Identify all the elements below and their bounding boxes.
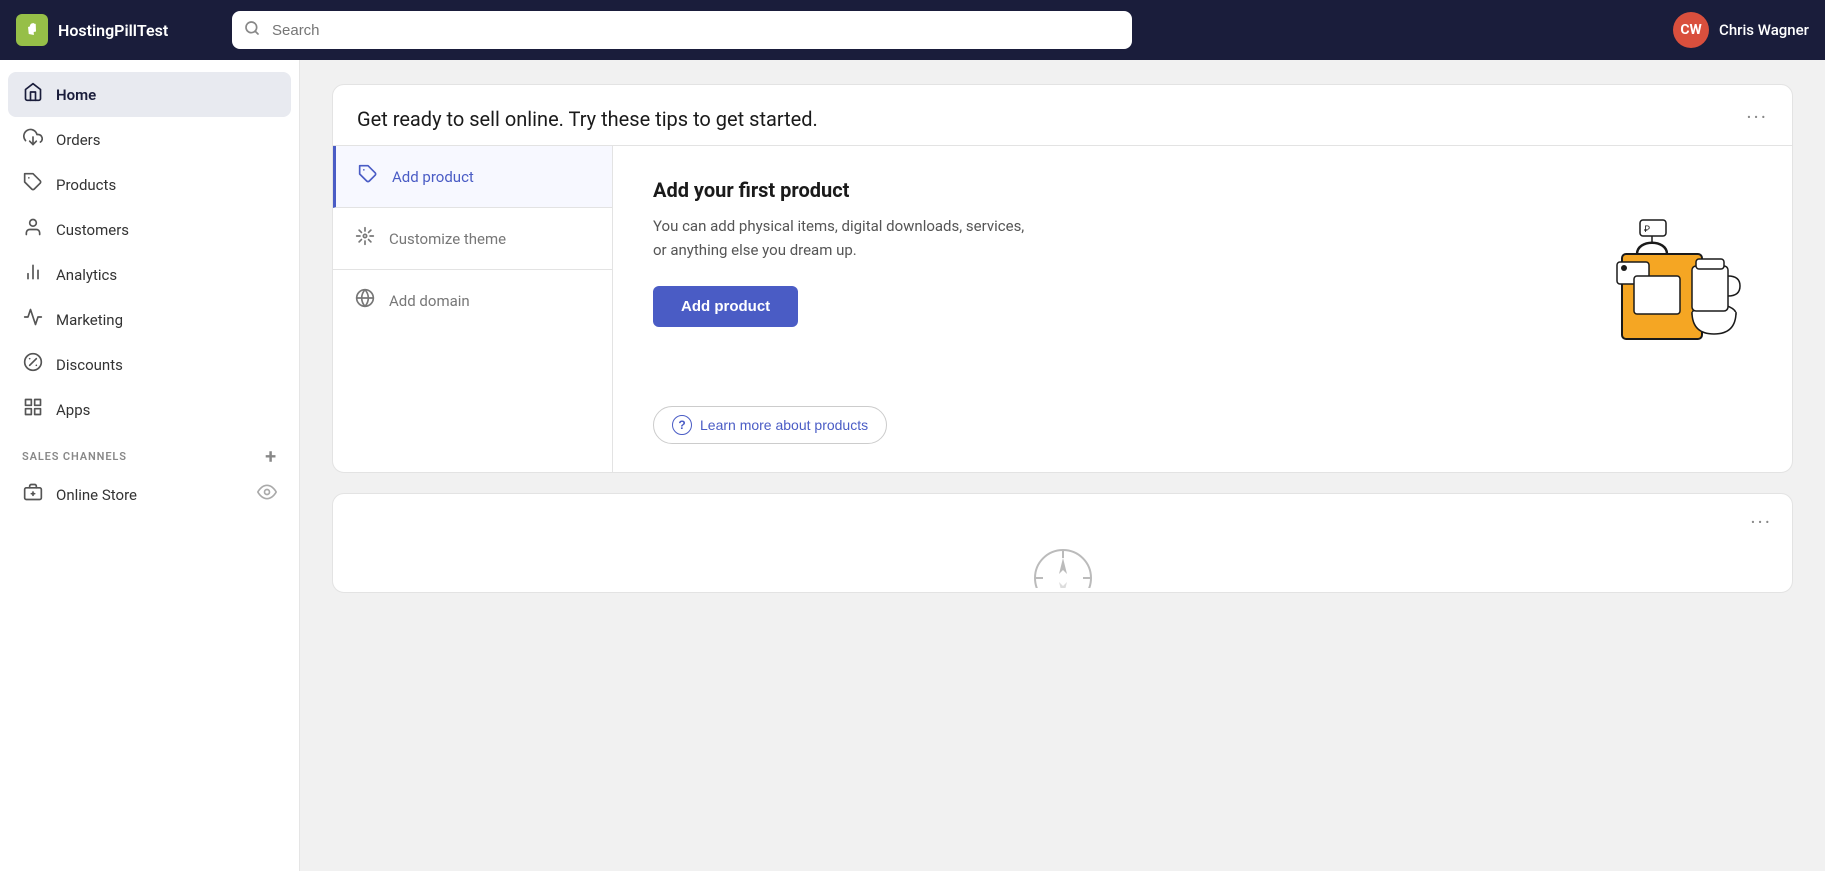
sales-channels-label: SALES CHANNELS + bbox=[8, 432, 291, 472]
top-navigation: HostingPillTest CW Chris Wagner bbox=[0, 0, 1825, 60]
add-sales-channel-button[interactable]: + bbox=[265, 446, 277, 466]
learn-more-button[interactable]: ? Learn more about products bbox=[653, 406, 887, 444]
online-store-icon bbox=[22, 482, 44, 507]
main-content: Get ready to sell online. Try these tips… bbox=[300, 60, 1825, 871]
products-icon bbox=[22, 172, 44, 197]
sidebar-item-label: Marketing bbox=[56, 311, 123, 329]
sidebar-item-analytics[interactable]: Analytics bbox=[8, 252, 291, 297]
add-product-step-icon bbox=[356, 164, 380, 189]
eye-icon[interactable] bbox=[257, 482, 277, 507]
home-icon bbox=[22, 82, 44, 107]
search-icon bbox=[244, 20, 260, 40]
svg-text:₽: ₽ bbox=[1644, 225, 1650, 235]
sidebar-item-label: Customers bbox=[56, 221, 129, 239]
step-item-customize-theme[interactable]: Customize theme bbox=[333, 208, 612, 270]
sidebar-item-products[interactable]: Products bbox=[8, 162, 291, 207]
card-header: Get ready to sell online. Try these tips… bbox=[333, 85, 1792, 145]
search-input[interactable] bbox=[232, 11, 1132, 49]
add-domain-step-icon bbox=[353, 288, 377, 313]
customers-icon bbox=[22, 217, 44, 242]
step-detail-description: You can add physical items, digital down… bbox=[653, 214, 1033, 262]
add-product-button[interactable]: Add product bbox=[653, 286, 798, 327]
sidebar: Home Orders Products Customers Analytics… bbox=[0, 60, 300, 871]
sidebar-item-label: Analytics bbox=[56, 266, 117, 284]
learn-more-label: Learn more about products bbox=[700, 417, 868, 433]
apps-icon bbox=[22, 397, 44, 422]
sidebar-item-orders[interactable]: Orders bbox=[8, 117, 291, 162]
customize-theme-step-icon bbox=[353, 226, 377, 251]
getting-started-card: Get ready to sell online. Try these tips… bbox=[332, 84, 1793, 473]
question-icon: ? bbox=[672, 415, 692, 435]
sidebar-item-apps[interactable]: Apps bbox=[8, 387, 291, 432]
compass-illustration bbox=[1023, 528, 1103, 592]
sidebar-item-marketing[interactable]: Marketing bbox=[8, 297, 291, 342]
step-detail-title: Add your first product bbox=[653, 178, 1552, 202]
sidebar-item-label: Discounts bbox=[56, 356, 123, 374]
step-item-add-domain[interactable]: Add domain bbox=[333, 270, 612, 331]
brand-logo-area[interactable]: HostingPillTest bbox=[16, 14, 216, 46]
step-label: Add product bbox=[392, 168, 474, 186]
step-label: Customize theme bbox=[389, 230, 506, 248]
card-menu-button[interactable]: ··· bbox=[1746, 105, 1768, 129]
sidebar-item-discounts[interactable]: Discounts bbox=[8, 342, 291, 387]
second-card: ··· bbox=[332, 493, 1793, 593]
steps-panel: Add product Customize theme Add domain A… bbox=[333, 145, 1792, 472]
step-item-add-product[interactable]: Add product bbox=[333, 146, 612, 208]
learn-more-section: ? Learn more about products bbox=[613, 386, 1792, 472]
shopify-logo-icon bbox=[16, 14, 48, 46]
sidebar-item-label: Home bbox=[56, 86, 96, 104]
brand-name: HostingPillTest bbox=[58, 21, 168, 40]
sidebar-item-online-store[interactable]: Online Store bbox=[8, 472, 291, 517]
sidebar-item-home[interactable]: Home bbox=[8, 72, 291, 117]
search-bar bbox=[232, 11, 1132, 49]
analytics-icon bbox=[22, 262, 44, 287]
steps-list: Add product Customize theme Add domain bbox=[333, 146, 613, 472]
avatar[interactable]: CW bbox=[1673, 12, 1709, 48]
step-detail-panel: Add your first product You can add physi… bbox=[613, 146, 1792, 386]
marketing-icon bbox=[22, 307, 44, 332]
sidebar-item-label: Apps bbox=[56, 401, 90, 419]
sidebar-item-label: Products bbox=[56, 176, 116, 194]
discounts-icon bbox=[22, 352, 44, 377]
user-section: CW Chris Wagner bbox=[1673, 12, 1809, 48]
step-label: Add domain bbox=[389, 292, 470, 310]
online-store-label: Online Store bbox=[56, 486, 137, 504]
card2-menu-button[interactable]: ··· bbox=[1750, 510, 1772, 534]
product-illustration: ₽ bbox=[1552, 178, 1752, 354]
card-title: Get ready to sell online. Try these tips… bbox=[357, 105, 818, 133]
sidebar-item-customers[interactable]: Customers bbox=[8, 207, 291, 252]
orders-icon bbox=[22, 127, 44, 152]
user-name: Chris Wagner bbox=[1719, 21, 1809, 39]
sidebar-item-label: Orders bbox=[56, 131, 101, 149]
